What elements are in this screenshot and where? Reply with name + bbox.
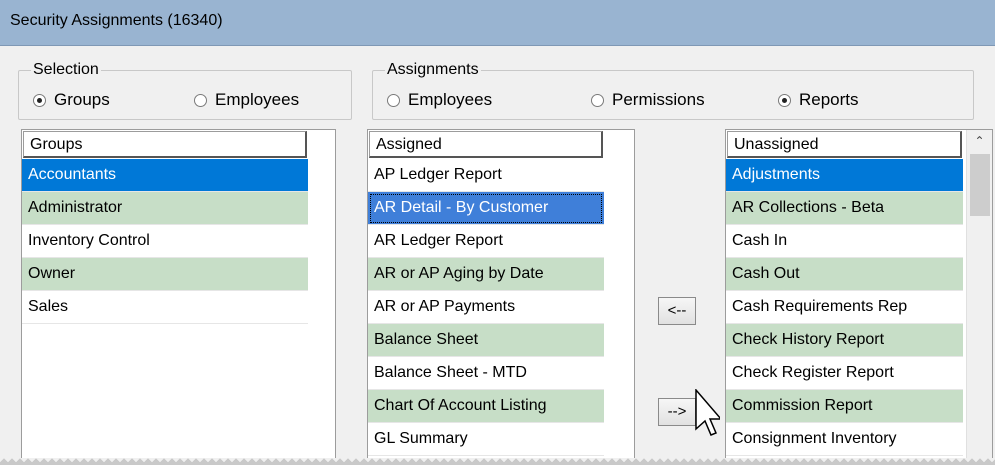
list-item[interactable]: Commission Report [726, 390, 963, 423]
mouse-pointer-icon [695, 389, 720, 436]
list-item[interactable]: AR or AP Aging by Date [368, 258, 604, 291]
list-item[interactable]: AR Collections - Beta [726, 192, 963, 225]
groups-listbox[interactable]: Groups Accountants Administrator Invento… [21, 129, 336, 465]
list-item[interactable]: Sales [22, 291, 308, 324]
torn-edge [0, 458, 995, 465]
list-item[interactable]: AP Ledger Report [368, 159, 604, 192]
assignments-legend: Assignments [385, 61, 481, 79]
list-item[interactable]: Balance Sheet [368, 324, 604, 357]
radio-unchecked-icon [387, 93, 400, 107]
list-item[interactable]: AR or AP Payments [368, 291, 604, 324]
list-item[interactable]: Check History Report [726, 324, 963, 357]
unassigned-scrollbar[interactable]: ⌃ [966, 130, 992, 464]
radio-label: Permissions [612, 90, 705, 109]
list-item[interactable]: Balance Sheet - MTD [368, 357, 604, 390]
title-bar: Security Assignments (16340) [0, 0, 995, 46]
unassign-button[interactable]: <-- [658, 297, 696, 325]
radio-label: Groups [54, 90, 110, 109]
list-item[interactable]: Owner [22, 258, 308, 291]
list-item[interactable]: AR Detail - By Customer [368, 192, 604, 225]
list-item[interactable]: Adjustments [726, 159, 963, 192]
radio-checked-icon [778, 93, 791, 107]
radio-label: Employees [215, 90, 300, 109]
list-item[interactable]: Administrator [22, 192, 308, 225]
assigned-column-header[interactable]: Assigned [369, 131, 603, 158]
selection-legend: Selection [31, 61, 101, 79]
groups-column-header[interactable]: Groups [23, 131, 307, 158]
unassigned-listbox[interactable]: Unassigned Adjustments AR Collections - … [725, 129, 993, 465]
radio-label: Reports [799, 90, 859, 109]
list-item[interactable]: Check Register Report [726, 357, 963, 390]
assignments-permissions-radio[interactable]: Permissions [591, 90, 705, 110]
assign-button[interactable]: --> [658, 398, 696, 426]
scrollbar-thumb[interactable] [970, 154, 990, 216]
unassigned-column-header[interactable]: Unassigned [727, 131, 962, 158]
scroll-up-arrow-icon[interactable]: ⌃ [967, 130, 992, 152]
selection-groupbox: Selection Groups Employees [18, 61, 352, 120]
list-item[interactable]: Accountants [22, 159, 308, 192]
list-item[interactable]: Cash In [726, 225, 963, 258]
selection-employees-radio[interactable]: Employees [194, 90, 299, 110]
assigned-listbox[interactable]: Assigned AP Ledger Report AR Detail - By… [367, 129, 635, 465]
radio-checked-icon [33, 93, 46, 107]
window-title: Security Assignments (16340) [10, 12, 223, 29]
list-item[interactable]: GL Summary [368, 423, 604, 456]
list-item[interactable]: Inventory Control [22, 225, 308, 258]
radio-unchecked-icon [194, 93, 207, 107]
list-item[interactable]: AR Ledger Report [368, 225, 604, 258]
list-item[interactable]: Cash Requirements Rep [726, 291, 963, 324]
assignments-groupbox: Assignments Employees Permissions Report… [372, 61, 974, 120]
assignments-employees-radio[interactable]: Employees [387, 90, 492, 110]
list-item[interactable]: Consignment Inventory [726, 423, 963, 456]
radio-label: Employees [408, 90, 493, 109]
assignments-reports-radio[interactable]: Reports [778, 90, 859, 110]
radio-unchecked-icon [591, 93, 604, 107]
list-item[interactable]: Cash Out [726, 258, 963, 291]
list-item[interactable]: Chart Of Account Listing [368, 390, 604, 423]
selection-groups-radio[interactable]: Groups [33, 90, 110, 110]
